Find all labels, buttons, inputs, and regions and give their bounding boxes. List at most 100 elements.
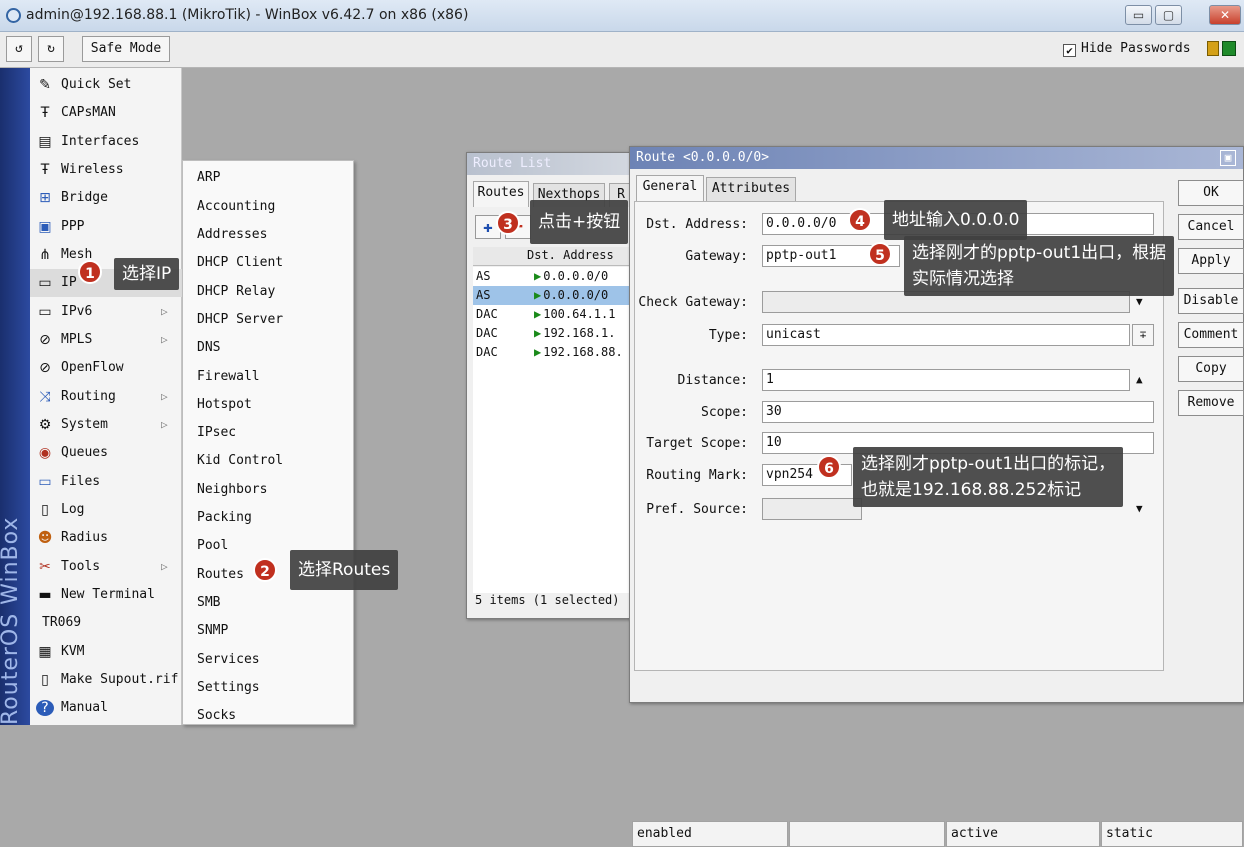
col-dst-address[interactable]: Dst. Address bbox=[527, 248, 614, 262]
menu-item-mpls[interactable]: ⊘ MPLS ▷ bbox=[30, 326, 182, 354]
table-row[interactable]: DAC ▶ 100.64.1.1 bbox=[473, 305, 633, 324]
brand-bar: RouterOS WinBox bbox=[0, 68, 30, 725]
safe-mode-button[interactable]: Safe Mode bbox=[82, 36, 170, 62]
submenu-item-accounting[interactable]: Accounting bbox=[183, 193, 353, 221]
cancel-button[interactable]: Cancel bbox=[1178, 214, 1244, 240]
menu-item-ipv6[interactable]: ▭ IPv6 ▷ bbox=[30, 298, 182, 326]
submenu-item-snmp[interactable]: SNMP bbox=[183, 617, 353, 645]
menu-item-queues[interactable]: ◉ Queues bbox=[30, 439, 182, 467]
menu-item-tr069[interactable]: TR069 bbox=[30, 609, 182, 637]
menu-item-ppp[interactable]: ▣ PPP bbox=[30, 213, 182, 241]
submenu-item-dhcp-relay[interactable]: DHCP Relay bbox=[183, 278, 353, 306]
log-icon: ▯ bbox=[41, 502, 49, 518]
menu-item-label: Queues bbox=[61, 445, 108, 460]
menu-item-files[interactable]: ▭ Files bbox=[30, 468, 182, 496]
apply-button[interactable]: Apply bbox=[1178, 248, 1244, 274]
submenu-arrow-icon: ▷ bbox=[161, 418, 168, 431]
submenu-item-hotspot[interactable]: Hotspot bbox=[183, 391, 353, 419]
menu-item-radius[interactable]: ☻ Radius bbox=[30, 524, 182, 552]
submenu-arrow-icon: ▷ bbox=[161, 390, 168, 403]
ok-button[interactable]: OK bbox=[1178, 180, 1244, 206]
close-button[interactable]: ✕ bbox=[1209, 5, 1241, 25]
submenu-item-neighbors[interactable]: Neighbors bbox=[183, 476, 353, 504]
minimize-button[interactable]: ▭ bbox=[1125, 5, 1152, 25]
hide-passwords-checkbox[interactable]: ✔ Hide Passwords bbox=[1063, 41, 1191, 57]
gateway-label: Gateway: bbox=[685, 249, 748, 264]
row-dst: 0.0.0.0/0 bbox=[543, 269, 609, 283]
menu-item-kvm[interactable]: ▦ KVM bbox=[30, 638, 182, 666]
menu-item-bridge[interactable]: ⊞ Bridge bbox=[30, 184, 182, 212]
table-row[interactable]: DAC ▶ 192.168.1. bbox=[473, 324, 633, 343]
menu-item-interfaces[interactable]: ▤ Interfaces bbox=[30, 128, 182, 156]
status-empty bbox=[789, 821, 945, 847]
route-flag-icon: ▶ bbox=[534, 307, 542, 321]
submenu-item-settings[interactable]: Settings bbox=[183, 674, 353, 702]
disable-button[interactable]: Disable bbox=[1178, 288, 1244, 314]
annotation-6-line1: 选择刚才pptp-out1出口的标记， bbox=[861, 454, 1116, 474]
checkbox-check-icon: ✔ bbox=[1063, 44, 1076, 57]
submenu-item-ipsec[interactable]: IPsec bbox=[183, 419, 353, 447]
route-list-status: 5 items (1 selected) bbox=[475, 593, 620, 607]
routing-icon: ⤨ bbox=[39, 389, 51, 405]
menu-item-label: Tools bbox=[61, 559, 101, 574]
menu-item-log[interactable]: ▯ Log bbox=[30, 496, 182, 524]
row-type: DAC bbox=[476, 307, 498, 321]
undo-button[interactable]: ↺ bbox=[6, 36, 32, 62]
tab-routes[interactable]: Routes bbox=[473, 181, 529, 207]
submenu-item-packing[interactable]: Packing bbox=[183, 504, 353, 532]
annotation-1: 选择IP bbox=[114, 258, 180, 290]
check-gateway-label: Check Gateway: bbox=[638, 295, 748, 310]
menu-item-new-terminal[interactable]: ▬ New Terminal bbox=[30, 581, 182, 609]
tools-icon: ✂ bbox=[39, 559, 51, 575]
table-row[interactable]: AS ▶ 0.0.0.0/0 bbox=[473, 267, 633, 286]
step-badge-5: 5 bbox=[868, 242, 892, 266]
menu-item-capsman[interactable]: Ŧ CAPsMAN bbox=[30, 99, 182, 127]
interfaces-icon: ▤ bbox=[38, 134, 52, 150]
status-enabled: enabled bbox=[632, 821, 788, 847]
route-list-title: Route List bbox=[467, 153, 635, 175]
table-row[interactable]: DAC ▶ 192.168.88. bbox=[473, 343, 633, 362]
submenu-item-services[interactable]: Services bbox=[183, 646, 353, 674]
collapse-up-icon[interactable]: ▲ bbox=[1136, 373, 1143, 386]
pref-source-input[interactable] bbox=[762, 498, 862, 520]
type-select[interactable]: unicast bbox=[762, 324, 1130, 346]
copy-button[interactable]: Copy bbox=[1178, 356, 1244, 382]
menu-item-tools[interactable]: ✂ Tools ▷ bbox=[30, 553, 182, 581]
submenu-item-socks[interactable]: Socks bbox=[183, 702, 353, 730]
route-flag-icon: ▶ bbox=[534, 269, 542, 283]
menu-item-openflow[interactable]: ⊘ OpenFlow bbox=[30, 354, 182, 382]
menu-item-label: Radius bbox=[61, 530, 108, 545]
route-dialog-title: Route <0.0.0.0/0> bbox=[630, 147, 1243, 169]
menu-item-routing[interactable]: ⤨ Routing ▷ bbox=[30, 383, 182, 411]
tab-general[interactable]: General bbox=[636, 175, 704, 201]
menu-item-label: Bridge bbox=[61, 190, 108, 205]
main-menu: ✎ Quick Set Ŧ CAPsMAN ▤ Interfaces Ŧ Wireles… bbox=[30, 68, 182, 725]
quick-set-icon: ✎ bbox=[39, 77, 51, 93]
chevron-down-icon[interactable]: ▼ bbox=[1136, 295, 1143, 308]
submenu-item-kid-control[interactable]: Kid Control bbox=[183, 447, 353, 475]
scope-input[interactable]: 30 bbox=[762, 401, 1154, 423]
tab-attributes[interactable]: Attributes bbox=[706, 177, 796, 201]
restore-icon[interactable]: ▣ bbox=[1220, 150, 1236, 166]
submenu-item-dns[interactable]: DNS bbox=[183, 334, 353, 362]
table-row-selected[interactable]: AS ▶ 0.0.0.0/0 bbox=[473, 286, 633, 305]
maximize-button[interactable]: ▢ bbox=[1155, 5, 1182, 25]
menu-item-wireless[interactable]: Ŧ Wireless bbox=[30, 156, 182, 184]
menu-item-system[interactable]: ⚙ System ▷ bbox=[30, 411, 182, 439]
comment-button[interactable]: Comment bbox=[1178, 322, 1244, 348]
menu-item-quick-set[interactable]: ✎ Quick Set bbox=[30, 71, 182, 99]
menu-item-manual[interactable]: ? Manual bbox=[30, 694, 182, 722]
submenu-item-addresses[interactable]: Addresses bbox=[183, 221, 353, 249]
distance-input[interactable]: 1 bbox=[762, 369, 1130, 391]
submenu-item-arp[interactable]: ARP bbox=[183, 164, 353, 192]
menu-item-make-supout[interactable]: ▯ Make Supout.rif bbox=[30, 666, 182, 694]
type-dropdown-icon[interactable]: ∓ bbox=[1132, 324, 1154, 346]
submenu-item-smb[interactable]: SMB bbox=[183, 589, 353, 617]
chevron-down-icon[interactable]: ▼ bbox=[1136, 502, 1143, 515]
menu-item-label: Files bbox=[61, 474, 101, 489]
submenu-item-dhcp-server[interactable]: DHCP Server bbox=[183, 306, 353, 334]
submenu-item-firewall[interactable]: Firewall bbox=[183, 363, 353, 391]
submenu-item-dhcp-client[interactable]: DHCP Client bbox=[183, 249, 353, 277]
redo-button[interactable]: ↻ bbox=[38, 36, 64, 62]
remove-button[interactable]: Remove bbox=[1178, 390, 1244, 416]
